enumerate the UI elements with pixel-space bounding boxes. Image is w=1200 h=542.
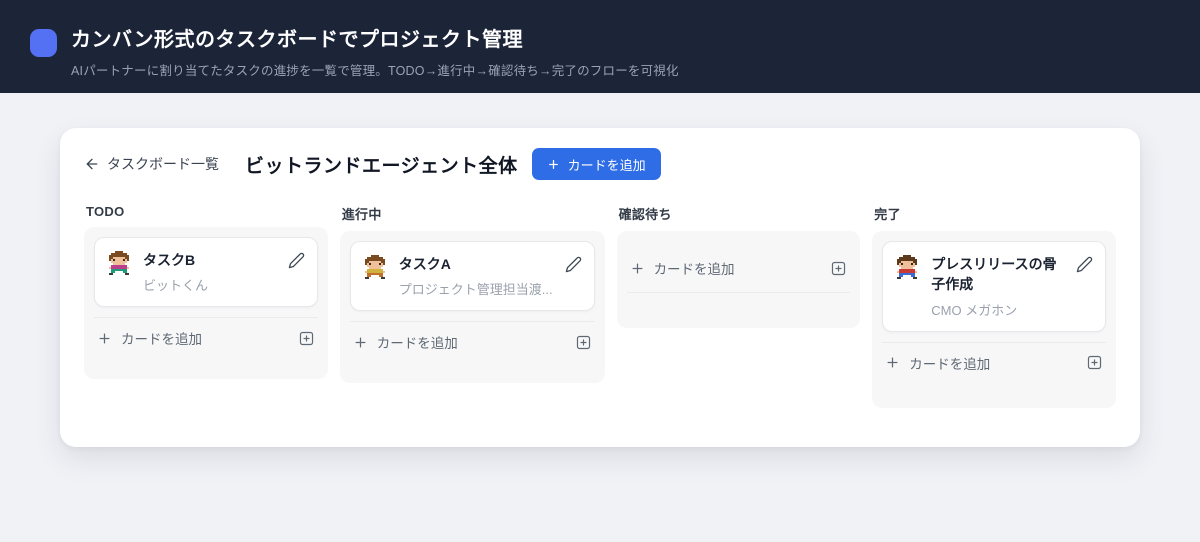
plus-icon xyxy=(547,158,560,171)
back-to-boards-link[interactable]: タスクボード一覧 xyxy=(84,154,219,174)
assignee-avatar xyxy=(107,251,131,275)
page-subtitle: AIパートナーに割り当てたタスクの進捗を一覧で管理。TODO→進行中→確認待ち→… xyxy=(71,60,679,79)
column-add-card-row[interactable]: カードを追加 xyxy=(627,258,851,293)
assignee-avatar xyxy=(363,255,387,279)
column-todo: TODO タスクB ビットくん xyxy=(84,204,328,379)
pencil-icon xyxy=(288,252,305,269)
app-header: カンバン形式のタスクボードでプロジェクト管理 AIパートナーに割り当てたタスクの… xyxy=(0,0,1200,93)
kanban-columns: TODO タスクB ビットくん xyxy=(84,204,1116,408)
add-card-button-label: カードを追加 xyxy=(568,155,646,174)
back-link-label: タスクボード一覧 xyxy=(107,154,219,174)
add-card-button[interactable]: カードを追加 xyxy=(532,148,661,180)
task-card[interactable]: プレスリリースの骨子作成 CMO メガホン xyxy=(882,241,1106,332)
pencil-icon xyxy=(1076,256,1093,273)
add-card-row-label: カードを追加 xyxy=(909,353,990,373)
task-assignee: CMO メガホン xyxy=(931,300,1064,319)
task-title: タスクB xyxy=(143,250,276,270)
column-waiting-review-label: 確認待ち xyxy=(619,204,861,223)
plus-icon xyxy=(97,331,112,346)
assignee-avatar xyxy=(895,255,919,279)
plus-icon xyxy=(885,355,900,370)
kanban-board-panel: タスクボード一覧 ビットランドエージェント全体 カードを追加 TODO タスクB… xyxy=(60,128,1140,447)
task-title: プレスリリースの骨子作成 xyxy=(931,254,1064,295)
add-card-row-label: カードを追加 xyxy=(121,328,202,348)
column-in-progress-dropzone[interactable]: タスクA プロジェクト管理担当渡... カードを追加 xyxy=(340,231,605,383)
column-done-dropzone[interactable]: プレスリリースの骨子作成 CMO メガホン カードを追加 xyxy=(872,231,1116,408)
column-done: 完了 プレスリリースの骨子作成 CMO メガホン xyxy=(872,204,1116,408)
edit-task-button[interactable] xyxy=(565,256,582,273)
page-title: カンバン形式のタスクボードでプロジェクト管理 xyxy=(71,27,679,53)
pencil-icon xyxy=(565,256,582,273)
column-add-card-row[interactable]: カードを追加 xyxy=(882,342,1106,373)
column-waiting-review: 確認待ち カードを追加 xyxy=(617,204,861,328)
column-in-progress-label: 進行中 xyxy=(342,204,605,223)
plus-square-icon xyxy=(298,330,315,347)
edit-task-button[interactable] xyxy=(288,252,305,269)
board-title: ビットランドエージェント全体 xyxy=(245,151,518,178)
task-card[interactable]: タスクA プロジェクト管理担当渡... xyxy=(350,241,595,311)
task-assignee: ビットくん xyxy=(143,275,276,294)
add-card-row-label: カードを追加 xyxy=(377,332,458,352)
task-card[interactable]: タスクB ビットくん xyxy=(94,237,318,307)
task-title: タスクA xyxy=(399,254,553,274)
column-todo-label: TODO xyxy=(86,204,328,219)
app-logo-icon xyxy=(30,29,57,57)
plus-icon xyxy=(353,335,368,350)
task-assignee: プロジェクト管理担当渡... xyxy=(399,279,553,298)
column-waiting-review-dropzone[interactable]: カードを追加 xyxy=(617,231,861,328)
column-add-card-row[interactable]: カードを追加 xyxy=(350,321,595,352)
column-done-label: 完了 xyxy=(874,204,1116,223)
column-todo-dropzone[interactable]: タスクB ビットくん カードを追加 xyxy=(84,227,328,379)
plus-square-icon xyxy=(1086,354,1103,371)
arrow-left-icon xyxy=(84,156,100,172)
column-add-card-row[interactable]: カードを追加 xyxy=(94,317,318,348)
board-header: タスクボード一覧 ビットランドエージェント全体 カードを追加 xyxy=(84,148,1116,180)
plus-square-icon xyxy=(830,260,847,277)
column-in-progress: 進行中 タスクA プロジェクト管理担当渡... xyxy=(340,204,605,383)
plus-icon xyxy=(630,261,645,276)
edit-task-button[interactable] xyxy=(1076,256,1093,273)
plus-square-icon xyxy=(575,334,592,351)
add-card-row-label: カードを追加 xyxy=(654,258,735,278)
